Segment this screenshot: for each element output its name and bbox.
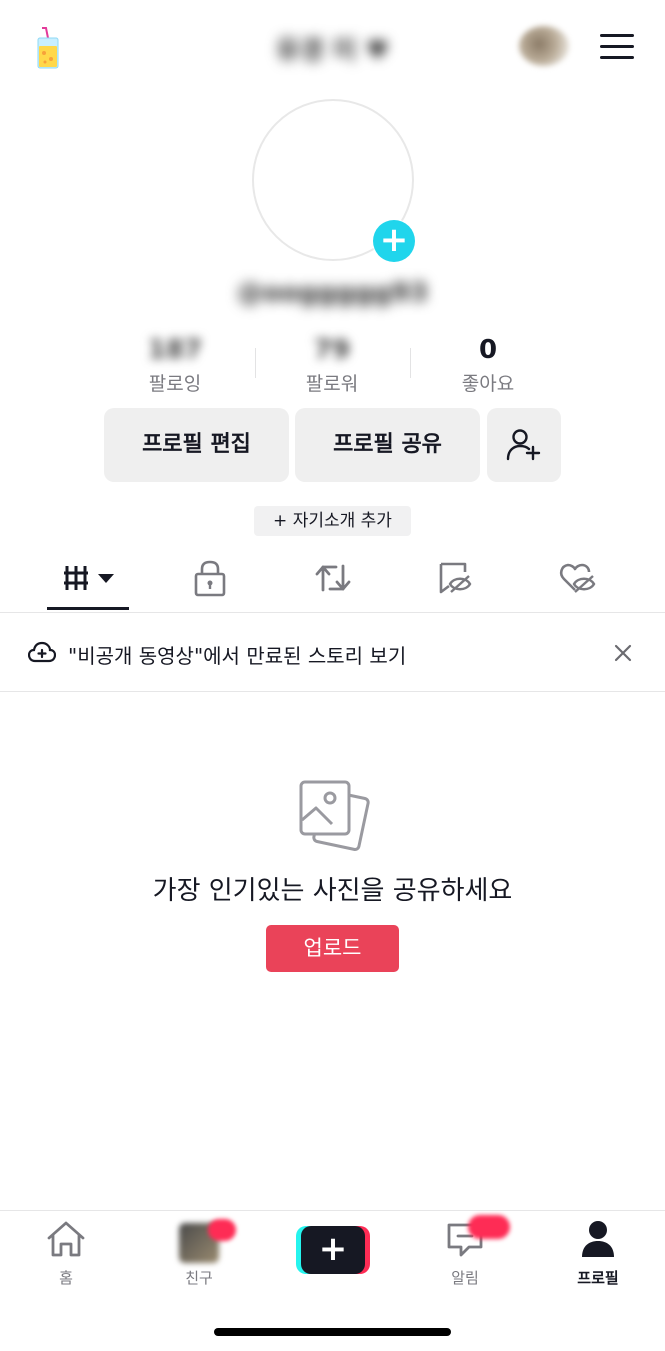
nav-inbox-label: 알림 (451, 1269, 479, 1287)
close-icon[interactable] (612, 642, 634, 664)
profile-icon (582, 1221, 614, 1257)
stat-followers[interactable]: 79 팔로워 (262, 333, 402, 396)
create-button[interactable]: + (296, 1226, 370, 1274)
tab-selected-indicator (47, 607, 129, 610)
tab-private[interactable] (192, 556, 228, 604)
share-profile-button[interactable]: 프로필 공유 (295, 408, 480, 482)
inbox-notification-badge (468, 1215, 510, 1239)
nav-home[interactable]: 홈 (16, 1219, 116, 1288)
repost-icon (315, 564, 351, 592)
top-bar: 유경 미 ♥ (0, 0, 665, 96)
add-bio-button[interactable]: + 자기소개 추가 (254, 506, 411, 536)
create-plus-icon: + (301, 1226, 365, 1274)
friends-notification-badge (208, 1219, 236, 1241)
grid-icon (64, 566, 114, 590)
tab-favorites[interactable] (436, 556, 476, 604)
banner-text: "비공개 동영상"에서 만료된 스토리 보기 (68, 644, 407, 668)
lock-icon (194, 560, 226, 597)
expired-stories-banner[interactable]: "비공개 동영상"에서 만료된 스토리 보기 (0, 613, 665, 692)
home-indicator (214, 1328, 451, 1336)
following-count: 187 (147, 335, 203, 365)
stat-divider (410, 348, 411, 378)
story-avatar[interactable] (519, 26, 569, 66)
avatar-add-icon[interactable]: + (373, 220, 415, 262)
tab-reposts[interactable] (314, 556, 352, 604)
stat-likes[interactable]: 0 좋아요 (418, 333, 558, 396)
empty-state-message: 가장 인기있는 사진을 공유하세요 (152, 876, 513, 906)
followers-count: 79 (313, 335, 351, 365)
nav-home-label: 홈 (59, 1269, 73, 1287)
stat-following[interactable]: 187 팔로잉 (105, 333, 245, 396)
stat-divider (255, 348, 256, 378)
cloud-plus-icon (28, 641, 56, 663)
hidden-bookmark-icon (439, 562, 472, 594)
edit-profile-button[interactable]: 프로필 편집 (104, 408, 289, 482)
add-user-icon (506, 429, 541, 461)
tab-liked[interactable] (558, 556, 598, 604)
add-friend-button[interactable] (487, 408, 561, 482)
likes-label: 좋아요 (461, 373, 515, 395)
nav-profile-label: 프로필 (577, 1269, 619, 1287)
hamburger-menu-icon[interactable] (600, 34, 634, 62)
likes-count: 0 (478, 335, 498, 365)
photos-icon (299, 780, 370, 851)
nav-profile[interactable]: 프로필 (548, 1219, 648, 1288)
tab-videos[interactable] (62, 556, 120, 604)
profile-handle: @ooggggg93 (237, 278, 428, 308)
following-label: 팔로잉 (148, 373, 202, 395)
nav-friends-label: 친구 (185, 1269, 213, 1287)
home-icon (47, 1221, 85, 1257)
followers-label: 팔로워 (305, 373, 359, 395)
upload-button[interactable]: 업로드 (266, 925, 399, 972)
hidden-heart-icon (559, 563, 596, 593)
